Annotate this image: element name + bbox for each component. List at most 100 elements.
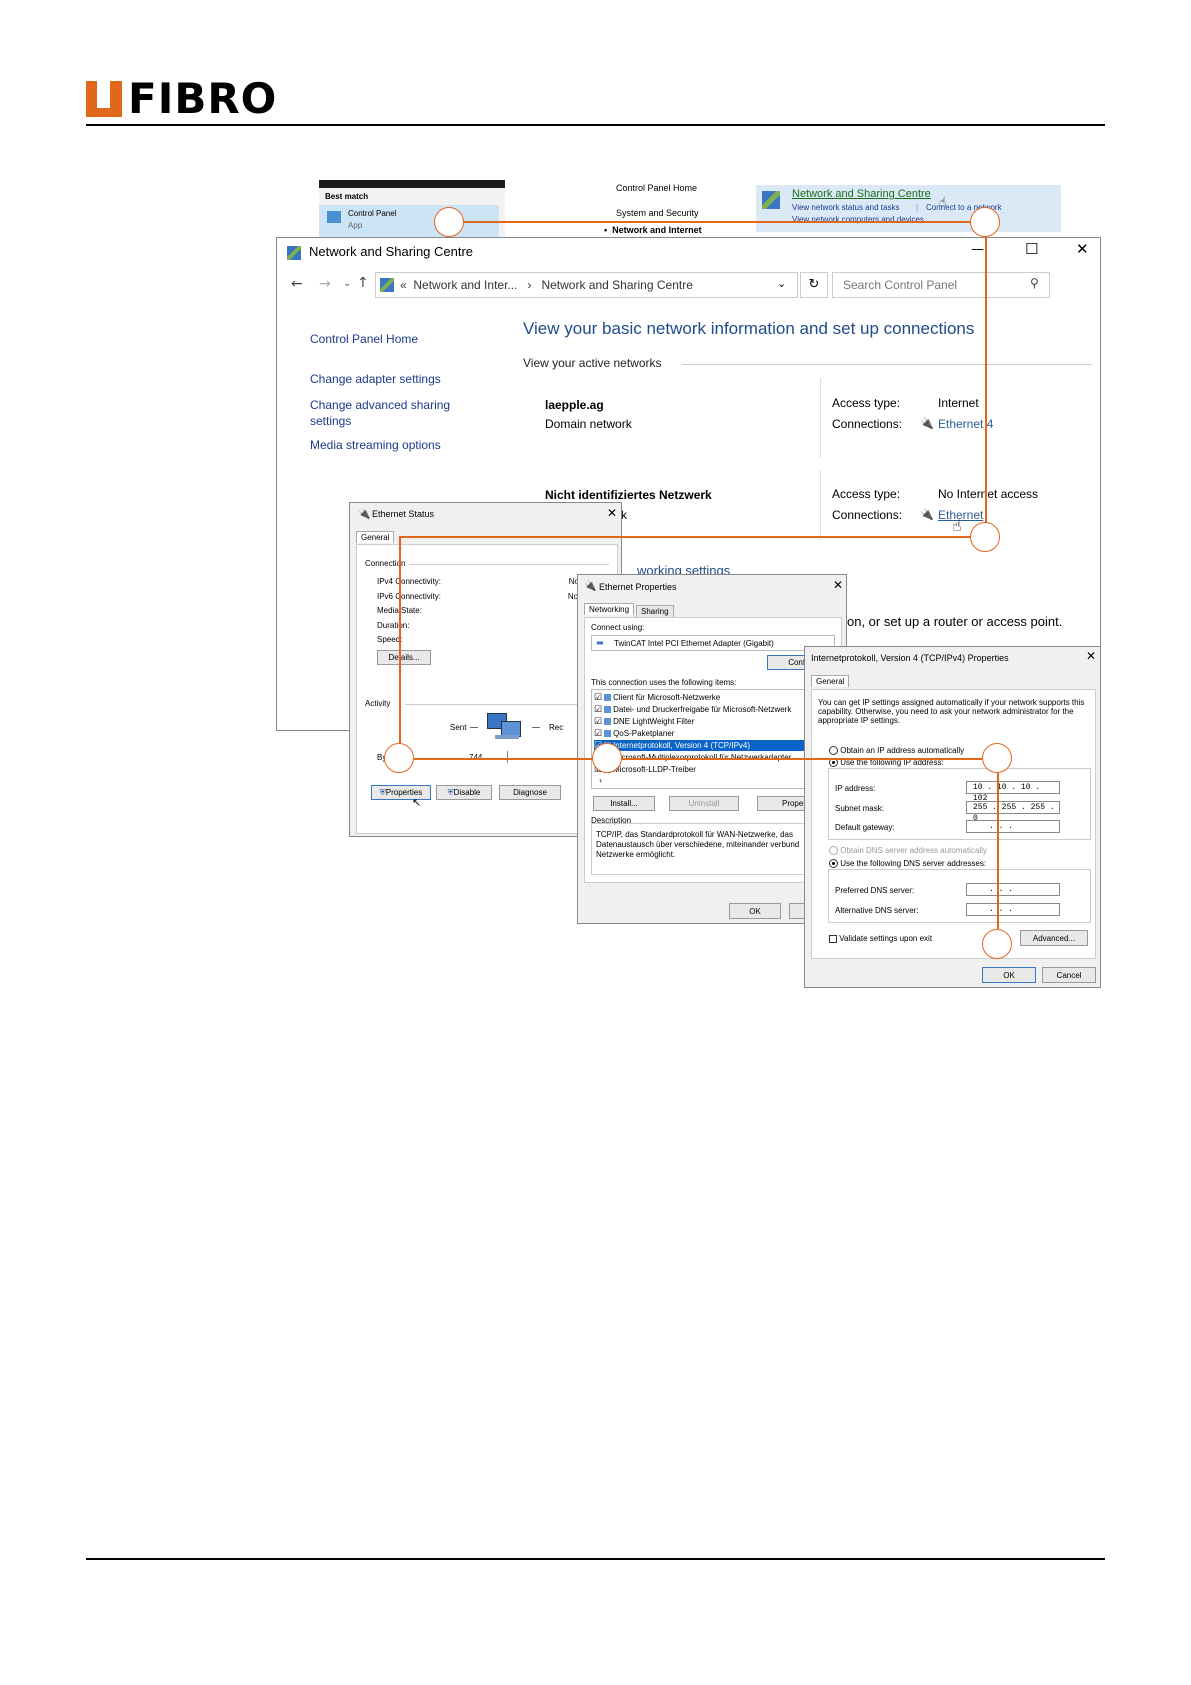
cp-nsc-highlight[interactable]: Network and Sharing Centre View network …: [756, 185, 1061, 232]
ip-label: IP address:: [835, 784, 876, 793]
checkbox-icon[interactable]: ☑: [594, 728, 602, 738]
scroll-left-icon[interactable]: ‹: [599, 776, 602, 785]
minimize-button[interactable]: —: [971, 242, 984, 257]
ipv4-close-button[interactable]: ✕: [1086, 649, 1096, 663]
pref-dns-label: Preferred DNS server:: [835, 886, 915, 895]
advanced-button[interactable]: Advanced...: [1020, 930, 1088, 946]
callout-line: [399, 536, 971, 538]
install-button[interactable]: Install...: [593, 796, 655, 811]
net1-access-value: Internet: [938, 396, 979, 410]
cursor-hand-icon: ☝: [939, 195, 947, 209]
items-label: This connection uses the following items…: [591, 678, 737, 687]
props-title-icon: 🔌: [584, 581, 597, 592]
subnet-mask-input[interactable]: 255 . 255 . 255 . 0: [966, 801, 1060, 823]
search-placeholder: Search Control Panel: [843, 278, 958, 292]
address-bar[interactable]: « Network and Inter... › Network and Sha…: [375, 272, 798, 298]
gateway-label: Default gateway:: [835, 823, 895, 832]
cp-home-link[interactable]: Control Panel Home: [616, 183, 697, 193]
auto-ip-radio[interactable]: Obtain an IP address automatically: [829, 746, 964, 756]
gateway-input[interactable]: . . .: [966, 820, 1060, 833]
cp-network-link[interactable]: • Network and Internet: [604, 225, 702, 235]
left-adapter-settings[interactable]: Change adapter settings: [310, 372, 441, 386]
start-menu-panel: Best match Control Panel App: [319, 180, 505, 238]
callout-circle: [434, 207, 464, 237]
list-item[interactable]: ☑ Datei- und Druckerfreigabe für Microsof…: [594, 704, 832, 715]
diagnose-button[interactable]: Diagnose: [499, 785, 561, 800]
ipv4-cancel-button[interactable]: Cancel: [1042, 967, 1096, 983]
network-icon: [762, 191, 780, 209]
address-dropdown-icon[interactable]: ⌄: [777, 277, 786, 290]
ipv4-tab-general[interactable]: General: [811, 675, 850, 687]
callout-line: [621, 758, 982, 760]
cursor-arrow-icon: ↖: [412, 796, 422, 809]
up-arrow-icon[interactable]: ↑: [357, 275, 369, 291]
recent-chevron-icon[interactable]: ⌄: [343, 278, 351, 289]
callout-circle: [592, 743, 622, 773]
ipv4-ok-button[interactable]: OK: [982, 967, 1036, 983]
validate-checkbox[interactable]: Validate settings upon exit: [829, 934, 932, 943]
cp-nsc-sub1[interactable]: View network status and tasks: [792, 203, 899, 212]
net1-type: Domain network: [545, 417, 632, 431]
list-item[interactable]: ☑ Client für Microsoft-Netzwerke: [594, 692, 832, 703]
details-button[interactable]: Details...: [377, 650, 431, 665]
list-item[interactable]: ☑Microsoft-LLDP-Treiber: [594, 764, 832, 775]
cp-nsc-sub3[interactable]: View network computers and devices: [792, 215, 924, 224]
search-box[interactable]: Search Control Panel ⚲: [832, 272, 1050, 298]
radio-icon: [829, 746, 838, 756]
adapter-name: TwinCAT Intel PCI Ethernet Adapter (Giga…: [614, 639, 774, 648]
items-list[interactable]: ☑ Client für Microsoft-Netzwerke ☑ Datei- u…: [591, 689, 835, 789]
ipv4-intro: You can get IP settings assigned automat…: [818, 698, 1085, 725]
properties-button[interactable]: ⛨ Properties: [371, 785, 431, 800]
ipv4-properties-window: Internetprotokoll, Version 4 (TCP/IPv4) …: [804, 646, 1101, 988]
props-tab-sharing[interactable]: Sharing: [636, 605, 674, 617]
breadcrumb-nsc[interactable]: Network and Sharing Centre: [541, 278, 692, 292]
left-advanced-sharing[interactable]: Change advanced sharing settings: [310, 397, 490, 429]
auto-dns-radio[interactable]: Obtain DNS server address automatically: [829, 846, 987, 856]
use-dns-radio[interactable]: Use the following DNS server addresses:: [829, 859, 986, 869]
checkbox-icon[interactable]: ☑: [594, 692, 602, 702]
disable-button[interactable]: ⛨ Disable: [436, 785, 492, 800]
uninstall-button[interactable]: Uninstall: [669, 796, 739, 811]
cp-nsc-title[interactable]: Network and Sharing Centre: [792, 188, 931, 200]
list-item[interactable]: ☑Internetprotokoll, Version 4 (TCP/IPv4): [594, 740, 832, 751]
left-media-streaming[interactable]: Media streaming options: [310, 438, 441, 452]
net1-name: laepple.ag: [545, 398, 604, 412]
props-title: Ethernet Properties: [599, 582, 677, 592]
list-item[interactable]: ☑ QoS-Paketplaner: [594, 728, 832, 739]
net2-access-label: Access type:: [832, 487, 901, 501]
footer-rule: [86, 1558, 1105, 1560]
maximize-button[interactable]: ☐: [1025, 240, 1038, 258]
status-row-label: Duration:: [377, 620, 410, 630]
radio-icon: [829, 846, 838, 856]
adapter-field: ▬ TwinCAT Intel PCI Ethernet Adapter (Gi…: [591, 635, 835, 651]
list-item[interactable]: ☑ DNE LightWeight Filter: [594, 716, 832, 727]
divider: [409, 564, 609, 565]
left-cp-home[interactable]: Control Panel Home: [310, 332, 418, 346]
list-item-label: Client für Microsoft-Netzwerke: [613, 693, 721, 702]
sent-label: Sent: [450, 723, 467, 732]
start-item-title: Control Panel: [348, 209, 397, 218]
checkbox-icon[interactable]: ☑: [594, 716, 602, 726]
props-close-button[interactable]: ✕: [833, 578, 843, 592]
close-button[interactable]: ✕: [1076, 240, 1089, 258]
status-tab-general[interactable]: General: [356, 531, 395, 543]
ip-address-input[interactable]: 10 . 10 . 10 . 102: [966, 781, 1060, 803]
list-item-label: Datei- und Druckerfreigabe für Microsoft…: [613, 705, 792, 714]
cursor-hand-icon: ☝: [952, 516, 962, 535]
section-divider: [682, 364, 1092, 365]
breadcrumb-network-internet[interactable]: Network and Inter...: [413, 278, 517, 292]
cp-system-link[interactable]: System and Security: [616, 208, 699, 218]
back-arrow-icon[interactable]: ←: [291, 276, 303, 292]
callout-line: [414, 758, 607, 760]
props-tab-networking[interactable]: Networking: [584, 603, 635, 615]
refresh-button[interactable]: ↻: [800, 272, 828, 298]
alt-dns-input[interactable]: . . .: [966, 903, 1060, 916]
props-ok-button[interactable]: OK: [729, 903, 781, 919]
net2-name: Nicht identifiziertes Netzwerk: [545, 488, 712, 502]
checkbox-icon[interactable]: ☑: [594, 704, 602, 714]
list-item-label: QoS-Paketplaner: [613, 729, 675, 738]
forward-arrow-icon[interactable]: →: [319, 276, 331, 292]
pref-dns-input[interactable]: . . .: [966, 883, 1060, 896]
status-close-button[interactable]: ✕: [607, 506, 617, 520]
nsc-title: Network and Sharing Centre: [309, 244, 474, 259]
